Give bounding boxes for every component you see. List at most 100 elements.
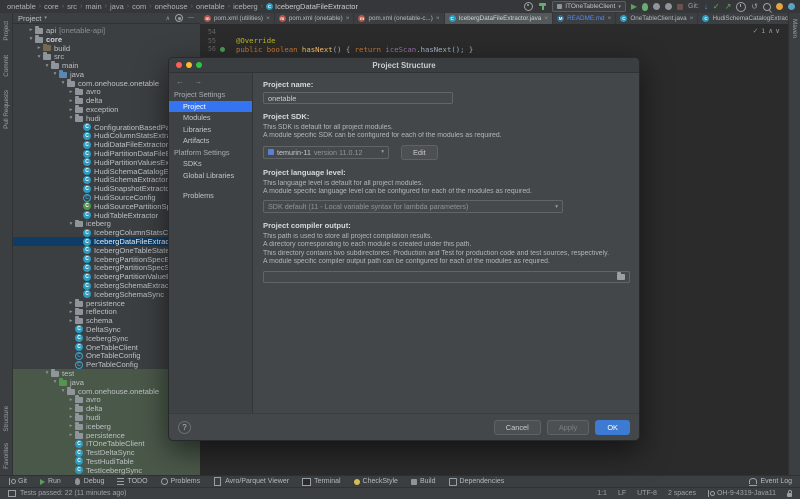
tool-window-button-terminal[interactable]: Terminal	[302, 478, 340, 486]
inspection-widget[interactable]: ✓ 1 ∧ ∨	[753, 27, 780, 35]
run-icon[interactable]: ▶	[631, 0, 637, 13]
whats-new-icon[interactable]	[788, 3, 795, 10]
tool-button-favorites[interactable]: Favorites	[3, 443, 10, 469]
update-badge-icon[interactable]	[776, 3, 783, 10]
breadcrumb-item[interactable]: onetable	[7, 2, 36, 11]
breadcrumb-item[interactable]: src	[67, 2, 77, 11]
tool-window-button-run[interactable]: Run	[40, 478, 61, 485]
collapse-all-icon[interactable]: ∧	[166, 15, 170, 22]
tool-button-commit[interactable]: Commit	[3, 55, 10, 77]
tree-row[interactable]: ▾core	[13, 35, 200, 44]
dialog-sidebar-item-libraries[interactable]: Libraries	[169, 124, 252, 136]
editor-tab[interactable]: CIcebergDataFileExtractor.java×	[445, 13, 553, 24]
close-icon[interactable]: ×	[436, 15, 440, 22]
close-icon[interactable]: ×	[608, 15, 612, 22]
breadcrumb-item[interactable]: onetable	[196, 2, 225, 11]
breadcrumb-item[interactable]: java	[110, 2, 124, 11]
tool-button-project[interactable]: Project	[3, 21, 10, 41]
sdk-select[interactable]: temurin-11 version 11.0.12 ▾	[263, 146, 389, 159]
build-hammer-icon[interactable]	[538, 2, 547, 11]
dialog-sidebar-item-global-libraries[interactable]: Global Libraries	[169, 170, 252, 182]
breadcrumb-item[interactable]: main	[85, 2, 101, 11]
apply-button[interactable]: Apply	[547, 420, 590, 435]
compiler-output-input[interactable]	[263, 271, 630, 283]
tree-row[interactable]: CTestIcebergSync	[13, 466, 200, 475]
editor-tab[interactable]: mpom.xml (onetable)×	[275, 13, 355, 24]
breadcrumb-item[interactable]: onehouse	[155, 2, 188, 11]
hide-panel-icon[interactable]: —	[188, 15, 194, 21]
editor-tab[interactable]: mpom.xml (utilities)×	[200, 13, 275, 24]
edit-sdk-button[interactable]: Edit	[401, 145, 438, 160]
close-icon[interactable]: ×	[266, 15, 270, 22]
folder-icon[interactable]	[617, 274, 625, 280]
tool-window-button-debug[interactable]: Debug	[74, 478, 105, 485]
nav-back-forward-icons[interactable]: ← →	[169, 76, 252, 89]
lock-indicator[interactable]	[787, 491, 792, 497]
inspection-nav-icons[interactable]: ∧ ∨	[768, 27, 780, 35]
breadcrumb-item[interactable]: core	[44, 2, 59, 11]
tool-button-structure[interactable]: Structure	[3, 406, 10, 432]
cancel-button[interactable]: Cancel	[494, 420, 541, 435]
code-line[interactable]: 54	[200, 28, 788, 37]
language-level-select[interactable]: SDK default (11 - Local variable syntax …	[263, 200, 563, 213]
tree-row[interactable]: CTestHudiTable	[13, 457, 200, 466]
tree-row[interactable]: ▸build	[13, 44, 200, 53]
dialog-sidebar-item-artifacts[interactable]: Artifacts	[169, 135, 252, 147]
user-icon[interactable]	[524, 2, 533, 11]
run-config-select[interactable]: ITOneTableClient▾	[552, 1, 626, 12]
tool-button-pull-requests[interactable]: Pull Requests	[3, 90, 10, 129]
editor-tab[interactable]: CHudiSchemaCatalogExtractor.java×	[698, 13, 788, 24]
tool-window-button-avro-parquet-viewer[interactable]: Avro/Parquet Viewer	[213, 477, 289, 486]
dialog-sidebar-item-modules[interactable]: Modules	[169, 112, 252, 124]
tool-window-button-problems[interactable]: Problems	[161, 478, 201, 485]
undo-icon[interactable]: ↺	[751, 0, 758, 13]
background-tasks-icon[interactable]	[8, 490, 16, 497]
minimize-window-icon[interactable]	[186, 62, 192, 68]
breadcrumb-item[interactable]: iceberg	[233, 2, 258, 11]
tree-row[interactable]: CTestDeltaSync	[13, 448, 200, 457]
stop-icon[interactable]	[677, 4, 683, 10]
close-window-icon[interactable]	[176, 62, 182, 68]
project-panel-header[interactable]: Project ▾ ∧ —	[13, 13, 200, 24]
tool-window-button-checkstyle[interactable]: CheckStyle	[354, 478, 398, 485]
close-icon[interactable]: ×	[544, 15, 548, 22]
debug-icon[interactable]	[642, 3, 648, 11]
tool-window-button-git[interactable]: Git	[8, 478, 27, 485]
tool-button-maven[interactable]: Maven	[791, 19, 798, 38]
git-update-icon[interactable]: ↓	[704, 0, 708, 13]
event-log-button[interactable]: Event Log	[749, 478, 792, 486]
dialog-title-bar[interactable]: Project Structure	[169, 58, 639, 73]
tool-window-button-todo[interactable]: TODO	[117, 478, 147, 485]
status-widget[interactable]: 2 spaces	[668, 490, 696, 497]
git-commit-icon[interactable]: ✓	[713, 0, 720, 13]
dialog-sidebar-item-problems[interactable]: Problems	[169, 190, 252, 202]
tree-row[interactable]: ▸api[onetable-api]	[13, 26, 200, 35]
tool-window-button-dependencies[interactable]: Dependencies	[449, 478, 505, 486]
maximize-window-icon[interactable]	[196, 62, 202, 68]
project-name-input[interactable]: onetable	[263, 92, 453, 104]
breadcrumb-item[interactable]: com	[132, 2, 146, 11]
coverage-icon[interactable]	[653, 3, 660, 10]
dialog-sidebar-item-sdks[interactable]: SDKs	[169, 158, 252, 170]
status-widget[interactable]: 1:1	[597, 490, 607, 497]
code-line[interactable]: 56public boolean hasNext() { return iceS…	[200, 45, 788, 54]
editor-tab[interactable]: MREADME.md×	[553, 13, 616, 24]
editor-tab[interactable]: mpom.xml (onetable-c...)×	[354, 13, 444, 24]
status-widget[interactable]: UTF-8	[637, 490, 657, 497]
breadcrumb-item-active[interactable]: CIcebergDataFileExtractor	[266, 2, 358, 11]
ok-button[interactable]: OK	[595, 420, 630, 435]
gear-icon[interactable]	[175, 14, 183, 22]
status-message[interactable]: Tests passed: 22 (11 minutes ago)	[20, 490, 126, 497]
profiler-icon[interactable]	[665, 3, 672, 10]
code-line[interactable]: 55@Override	[200, 37, 788, 46]
dialog-sidebar-item-project[interactable]: Project	[169, 101, 252, 113]
help-button[interactable]: ?	[178, 421, 191, 434]
editor-tab[interactable]: COneTableClient.java×	[616, 13, 698, 24]
git-push-icon[interactable]: ↗	[725, 0, 732, 13]
status-widget[interactable]: OH-9-4319-Java11	[707, 490, 776, 497]
status-widget[interactable]: LF	[618, 490, 626, 497]
close-icon[interactable]: ×	[346, 15, 350, 22]
tool-window-button-build[interactable]: Build	[411, 478, 436, 485]
history-icon[interactable]	[736, 2, 746, 12]
close-icon[interactable]: ×	[690, 15, 694, 22]
